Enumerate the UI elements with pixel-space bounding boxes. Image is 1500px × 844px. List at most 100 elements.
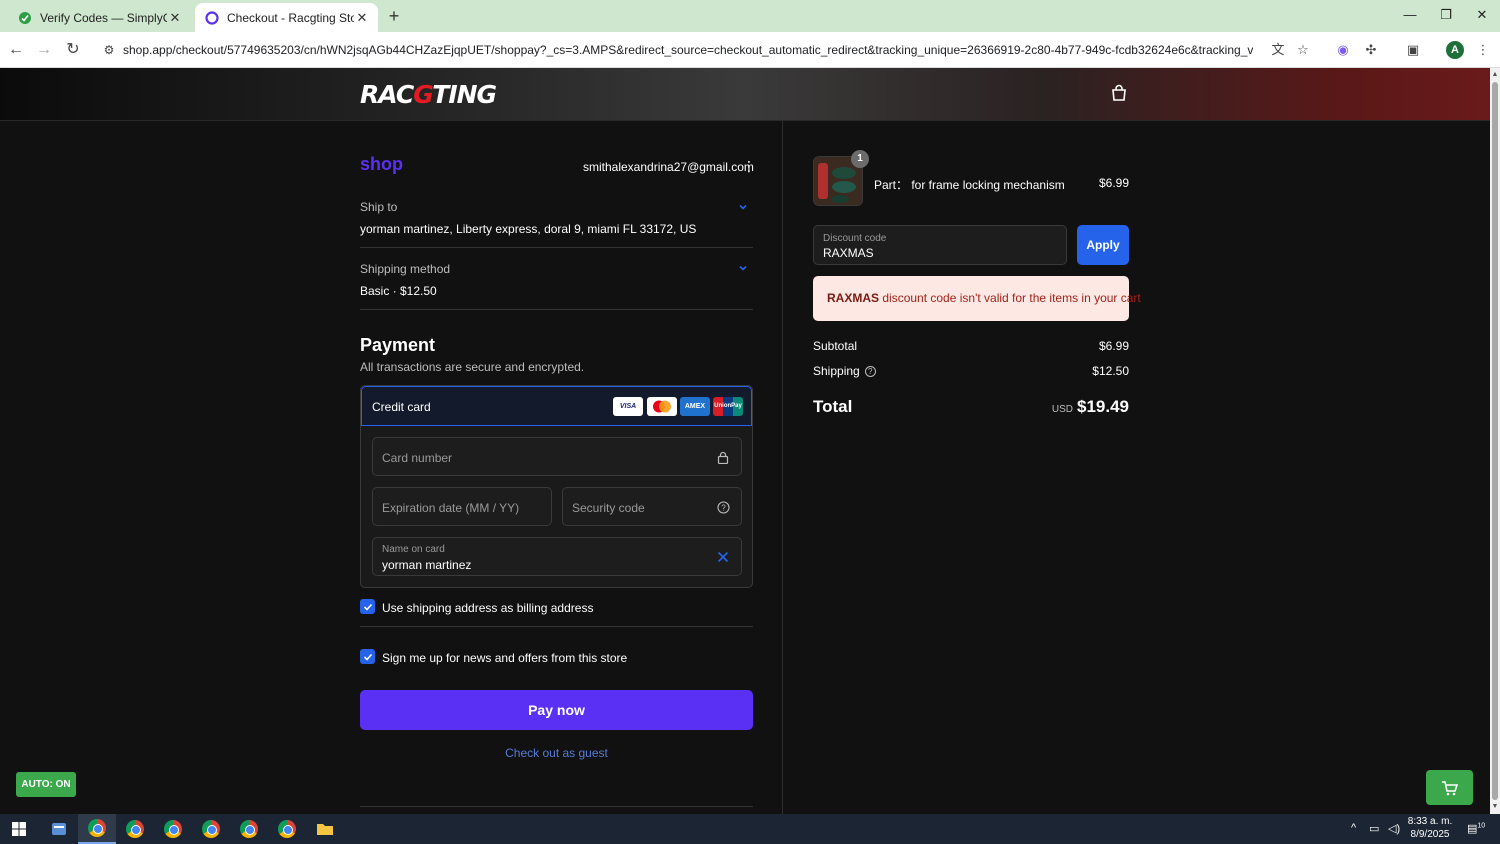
windows-taskbar: ^ ▭ ◁) 8:33 a. m. 8/9/2025 ▤10: [0, 814, 1500, 844]
side-panel-icon[interactable]: ▣: [1403, 40, 1423, 60]
volume-icon[interactable]: ◁): [1388, 822, 1400, 835]
total-label: Total: [813, 397, 853, 416]
browser-toolbar: ← → ↻ ⚙ shop.app/checkout/57749635203/cn…: [0, 32, 1500, 68]
newsletter-checkbox[interactable]: [360, 649, 375, 664]
browser-tab-strip: Verify Codes — SimplyCodes ✕ Checkout - …: [0, 0, 1500, 32]
network-icon[interactable]: ▭: [1369, 822, 1379, 835]
cart-icon: [1441, 780, 1458, 795]
clear-x-icon[interactable]: [715, 549, 731, 565]
ship-to-chevron-down-icon[interactable]: [734, 198, 752, 216]
system-clock[interactable]: 8:33 a. m. 8/9/2025: [1405, 815, 1455, 841]
address-bar[interactable]: ⚙ shop.app/checkout/57749635203/cn/hWN2j…: [93, 36, 1323, 64]
divider: [360, 247, 753, 248]
browser-menu-icon[interactable]: ⋮: [1473, 40, 1493, 60]
payment-title: Payment: [360, 335, 436, 355]
shop-favicon-icon: [205, 10, 219, 25]
site-info-icon[interactable]: ⚙: [99, 43, 119, 57]
divider: [360, 309, 753, 310]
shopping-bag-icon[interactable]: [1110, 84, 1128, 102]
shipping-method-chevron-down-icon[interactable]: [734, 259, 752, 277]
shipping-method-label: Shipping method: [360, 262, 451, 276]
checkmark-icon: [363, 603, 372, 611]
column-divider: [782, 121, 783, 814]
new-tab-icon[interactable]: +: [384, 6, 404, 26]
amex-icon: AMEX: [680, 397, 710, 416]
taskbar-chrome-icon[interactable]: [154, 814, 192, 844]
discount-code-field[interactable]: Discount code RAXMAS: [813, 225, 1067, 265]
card-number-field[interactable]: Card number: [372, 437, 742, 476]
url-text: shop.app/checkout/57749635203/cn/hWN2jsq…: [123, 43, 1253, 57]
product-price: $6.99: [1098, 176, 1129, 190]
store-logo[interactable]: RACGTING: [360, 80, 497, 109]
taskbar-chrome-icon[interactable]: [78, 814, 116, 844]
name-on-card-field[interactable]: Name on card yorman martinez: [372, 537, 742, 576]
apply-discount-button[interactable]: Apply: [1077, 225, 1129, 265]
taskbar-chrome-icon[interactable]: [116, 814, 154, 844]
auto-toggle-badge[interactable]: AUTO: ON: [16, 772, 76, 797]
shop-logo: shop: [360, 154, 403, 174]
store-header: RACGTING: [0, 68, 1490, 121]
simplycodes-favicon-icon: [18, 11, 32, 25]
checkout-as-guest-link[interactable]: Check out as guest: [360, 746, 753, 760]
shipping-summary-label: Shipping?: [813, 364, 876, 378]
account-email: smithalexandrina27@gmail.com: [583, 160, 754, 174]
bookmark-star-icon[interactable]: ☆: [1293, 40, 1313, 60]
expiration-date-field[interactable]: Expiration date (MM / YY): [372, 487, 552, 526]
tab-title: Checkout - Racgting Store: [227, 10, 354, 25]
page-scrollbar[interactable]: ▲ ▼: [1490, 68, 1500, 814]
windows-start-icon[interactable]: [0, 814, 38, 844]
close-tab-icon[interactable]: ✕: [354, 10, 370, 26]
visa-icon: VISA: [613, 397, 643, 416]
product-name: Part： for frame locking mechanism: [874, 178, 1065, 192]
checkmark-icon: [363, 653, 372, 661]
unionpay-icon: UnionPay: [713, 397, 743, 416]
tab-simplycodes[interactable]: Verify Codes — SimplyCodes ✕: [8, 3, 191, 32]
shipping-address: yorman martinez, Liberty express, doral …: [360, 222, 697, 236]
help-circle-icon[interactable]: ?: [715, 499, 731, 515]
taskbar-chrome-icon[interactable]: [192, 814, 230, 844]
tray-chevron-up-icon[interactable]: ^: [1351, 822, 1356, 834]
account-menu-icon[interactable]: ⋮: [742, 158, 756, 174]
pay-now-button[interactable]: Pay now: [360, 690, 753, 730]
taskbar-chrome-icon[interactable]: [230, 814, 268, 844]
taskbar-chrome-icon[interactable]: [268, 814, 306, 844]
mastercard-icon: [647, 397, 677, 416]
taskbar-app-icon[interactable]: [40, 814, 78, 844]
newsletter-label[interactable]: Sign me up for news and offers from this…: [382, 651, 627, 665]
billing-address-checkbox[interactable]: [360, 599, 375, 614]
payment-subtitle: All transactions are secure and encrypte…: [360, 360, 585, 374]
subtotal-value: $6.99: [1098, 339, 1129, 353]
svg-text:?: ?: [721, 503, 726, 512]
quantity-badge: 1: [851, 150, 869, 168]
notifications-icon[interactable]: ▤10: [1467, 822, 1485, 835]
ship-to-label: Ship to: [360, 200, 398, 214]
security-code-field[interactable]: Security code ?: [562, 487, 742, 526]
credit-card-option[interactable]: Credit card VISA AMEX UnionPay: [361, 386, 752, 426]
scroll-up-icon[interactable]: ▲: [1490, 70, 1500, 80]
subtotal-label: Subtotal: [813, 339, 858, 353]
shipping-method-value: Basic · $12.50: [360, 284, 437, 298]
profile-avatar[interactable]: A: [1446, 41, 1464, 59]
shipping-help-icon[interactable]: ?: [864, 366, 876, 378]
translate-icon[interactable]: 文: [1268, 40, 1288, 60]
scroll-down-icon[interactable]: ▼: [1490, 802, 1500, 812]
reload-icon[interactable]: ↻: [61, 38, 85, 62]
close-window-icon[interactable]: ✕: [1467, 4, 1497, 26]
total-value: USD $19.49: [1051, 397, 1129, 416]
divider: [360, 806, 753, 807]
restore-icon[interactable]: ❐: [1431, 4, 1461, 26]
billing-address-label[interactable]: Use shipping address as billing address: [382, 601, 593, 615]
close-tab-icon[interactable]: ✕: [167, 10, 183, 26]
tab-checkout[interactable]: Checkout - Racgting Store ✕: [195, 3, 378, 32]
extensions-puzzle-icon[interactable]: ✣: [1361, 40, 1381, 60]
file-explorer-icon[interactable]: [306, 814, 344, 844]
scrollbar-thumb[interactable]: [1492, 82, 1498, 800]
discount-error-message: RAXMAS discount code isn't valid for the…: [813, 276, 1141, 321]
forward-icon[interactable]: →: [32, 38, 56, 62]
credit-card-label: Credit card: [372, 400, 431, 414]
minimize-icon[interactable]: —: [1395, 4, 1425, 26]
extension-icon[interactable]: ◉: [1333, 40, 1353, 60]
back-icon[interactable]: ←: [4, 38, 28, 62]
cart-extension-button[interactable]: [1426, 770, 1473, 805]
lock-icon: [715, 449, 731, 465]
